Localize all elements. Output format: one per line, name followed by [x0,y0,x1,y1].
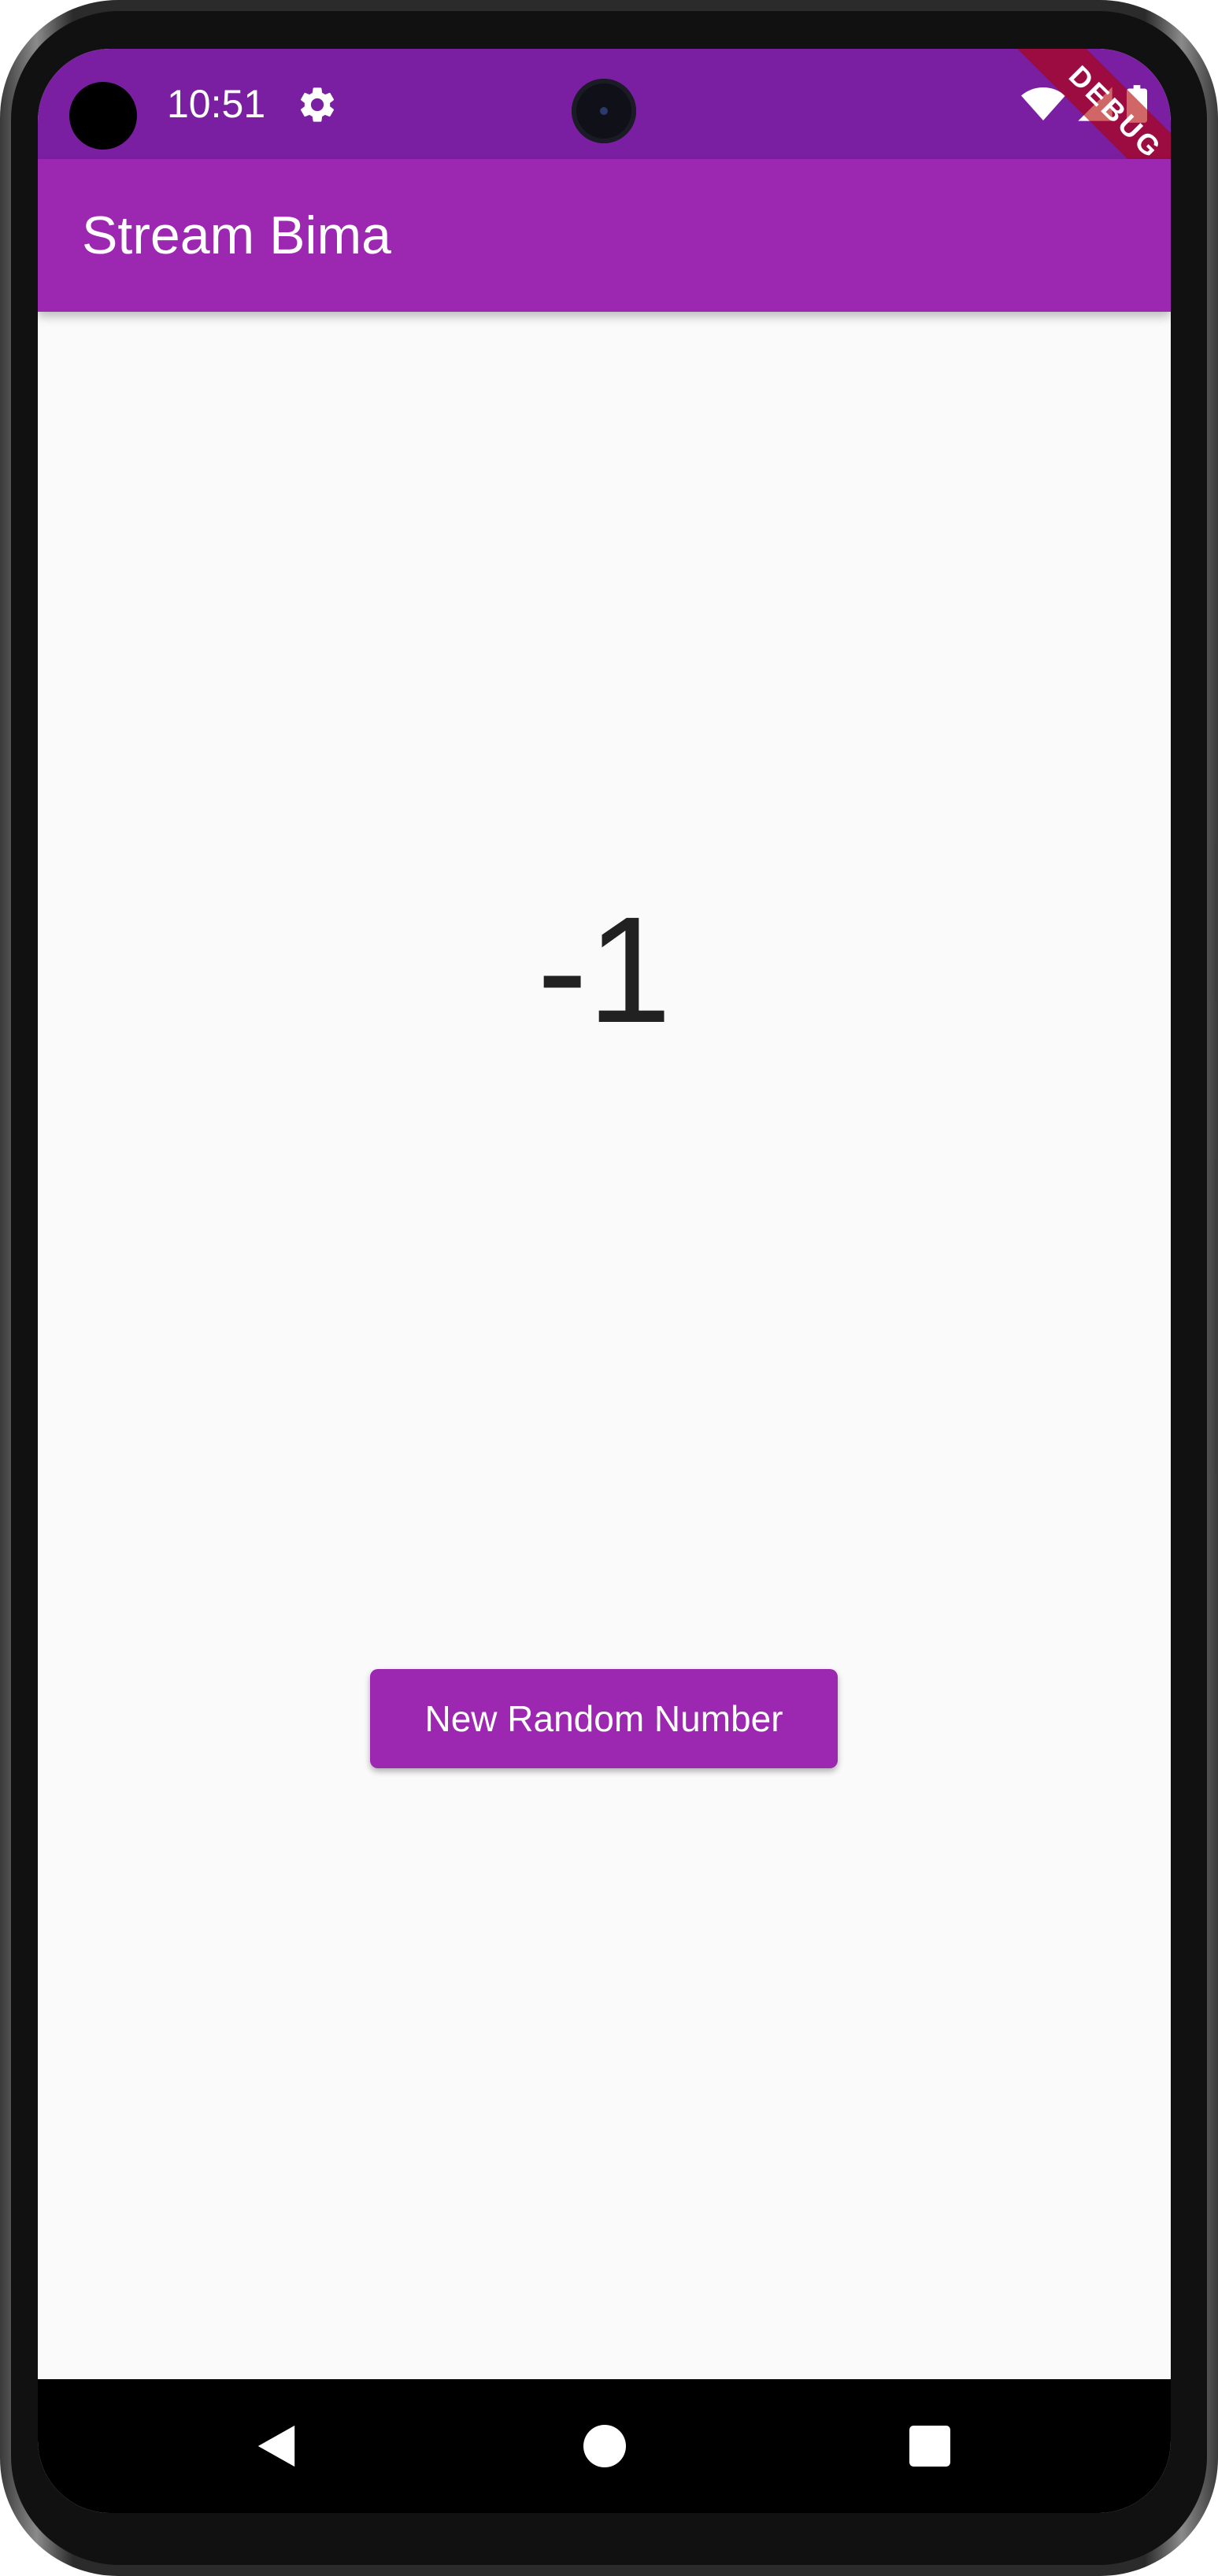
wifi-icon [1021,85,1065,127]
camera-cutout [69,82,137,150]
app-bar: Stream Bima [38,159,1171,312]
home-button[interactable] [557,2379,652,2513]
page-title: Stream Bima [82,205,391,265]
status-bar: 10:51 DEBUG [38,49,1171,236]
recents-icon [909,2426,950,2467]
random-number-display: -1 [537,885,672,1054]
home-icon [583,2425,626,2467]
status-time: 10:51 [167,82,266,126]
volume-button [1215,1157,1218,1472]
new-random-number-button[interactable]: New Random Number [370,1669,838,1768]
settings-icon [296,83,339,126]
front-camera [572,79,636,143]
navigation-bar [38,2379,1171,2513]
phone-frame: 10:51 DEBUG Stream Bima -1 New Random Nu… [0,0,1218,2576]
back-icon [257,2425,295,2467]
recents-button[interactable] [883,2379,977,2513]
screen: 10:51 DEBUG Stream Bima -1 New Random Nu… [38,49,1171,2513]
back-button[interactable] [229,2379,324,2513]
power-button [1215,842,1218,1000]
